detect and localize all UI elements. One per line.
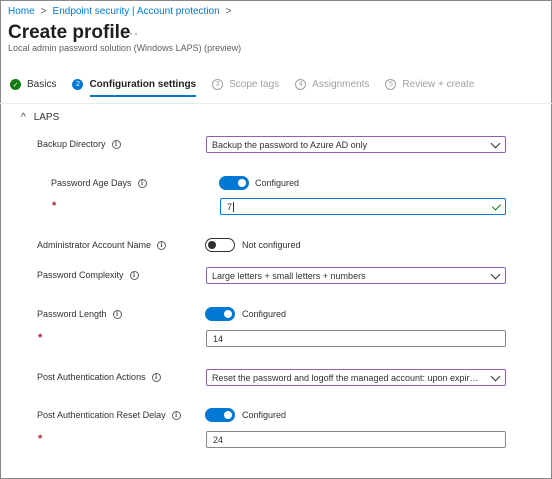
password-length-value: 14 bbox=[213, 333, 224, 344]
step-number: 2 bbox=[72, 79, 84, 90]
section-title: LAPS bbox=[33, 112, 60, 123]
password-complexity-dropdown[interactable]: Large letters + small letters + numbers bbox=[206, 267, 506, 284]
required-marker: * bbox=[38, 433, 43, 445]
password-length-input[interactable]: 14 bbox=[206, 330, 506, 347]
post-authentication-actions-value: Reset the password and logoff the manage… bbox=[212, 372, 482, 383]
info-icon[interactable]: i bbox=[129, 270, 139, 280]
step-number: 3 bbox=[212, 79, 224, 90]
post-authentication-reset-delay-toggle[interactable] bbox=[205, 408, 235, 422]
step-label: Scope tags bbox=[229, 79, 280, 90]
backup-directory-label-row: Backup Directory i bbox=[37, 139, 121, 149]
post-authentication-reset-delay-label: Post Authentication Reset Delay bbox=[37, 410, 166, 420]
step-label: Basics bbox=[27, 79, 57, 90]
post-authentication-actions-label: Post Authentication Actions bbox=[37, 372, 146, 382]
backup-directory-dropdown[interactable]: Backup the password to Azure AD only bbox=[206, 136, 506, 153]
info-icon[interactable]: i bbox=[111, 139, 121, 149]
info-icon[interactable]: i bbox=[157, 240, 167, 250]
more-options-button[interactable]: ··· bbox=[124, 26, 139, 40]
step-label: Assignments bbox=[312, 79, 370, 90]
step-label: Review + create bbox=[402, 79, 475, 90]
post-authentication-reset-delay-value: 24 bbox=[213, 434, 224, 445]
chevron-down-icon bbox=[490, 371, 501, 382]
post-authentication-reset-delay-input[interactable]: 24 bbox=[206, 431, 506, 448]
administrator-account-name-label-row: Administrator Account Name i bbox=[37, 240, 167, 250]
password-age-days-toggle[interactable] bbox=[219, 176, 249, 190]
toggle-knob bbox=[238, 179, 246, 187]
text-caret bbox=[233, 201, 235, 212]
password-age-days-value: 7 bbox=[227, 201, 233, 212]
backup-directory-value: Backup the password to Azure AD only bbox=[212, 139, 368, 150]
breadcrumb-separator: > bbox=[40, 6, 47, 17]
chevron-up-icon: ^ bbox=[21, 112, 26, 123]
divider bbox=[0, 103, 552, 104]
post-authentication-actions-label-row: Post Authentication Actions i bbox=[37, 372, 161, 382]
breadcrumb: Home > Endpoint security | Account prote… bbox=[8, 6, 232, 17]
password-length-label: Password Length bbox=[37, 309, 107, 319]
password-age-days-label: Password Age Days bbox=[51, 178, 132, 188]
password-complexity-label-row: Password Complexity i bbox=[37, 270, 139, 280]
checkmark-icon: ✓ bbox=[10, 79, 21, 90]
post-authentication-actions-dropdown[interactable]: Reset the password and logoff the manage… bbox=[206, 369, 506, 386]
password-length-toggle-label: Configured bbox=[242, 309, 287, 319]
checkmark-icon bbox=[491, 201, 502, 211]
password-age-days-input[interactable]: 7 bbox=[220, 198, 506, 215]
administrator-account-name-toggle-label: Not configured bbox=[242, 240, 301, 250]
chevron-down-icon bbox=[490, 269, 501, 280]
password-complexity-label: Password Complexity bbox=[37, 270, 124, 280]
step-scope-tags[interactable]: 3 Scope tags bbox=[212, 79, 279, 90]
required-marker: * bbox=[38, 332, 43, 344]
password-complexity-value: Large letters + small letters + numbers bbox=[212, 270, 366, 281]
post-authentication-reset-delay-label-row: Post Authentication Reset Delay i bbox=[37, 410, 181, 420]
administrator-account-name-label: Administrator Account Name bbox=[37, 240, 152, 250]
info-icon[interactable]: i bbox=[171, 410, 181, 420]
step-number: 5 bbox=[385, 79, 397, 90]
toggle-knob bbox=[224, 411, 232, 419]
section-laps-header[interactable]: ^ LAPS bbox=[21, 112, 59, 123]
breadcrumb-parent-link[interactable]: Endpoint security | Account protection bbox=[53, 6, 220, 17]
breadcrumb-separator: > bbox=[225, 6, 232, 17]
required-marker: * bbox=[52, 200, 57, 212]
step-basics[interactable]: ✓ Basics bbox=[10, 79, 56, 90]
toggle-knob bbox=[208, 241, 216, 249]
wizard-steps: ✓ Basics 2 Configuration settings 3 Scop… bbox=[10, 79, 490, 97]
post-authentication-reset-delay-toggle-label: Configured bbox=[242, 410, 287, 420]
info-icon[interactable]: i bbox=[112, 309, 122, 319]
administrator-account-name-toggle[interactable] bbox=[205, 238, 235, 252]
toggle-knob bbox=[224, 310, 232, 318]
page-title: Create profile bbox=[8, 22, 131, 43]
step-configuration-settings[interactable]: 2 Configuration settings bbox=[72, 79, 197, 97]
step-review-create[interactable]: 5 Review + create bbox=[385, 79, 474, 90]
password-length-label-row: Password Length i bbox=[37, 309, 122, 319]
breadcrumb-home-link[interactable]: Home bbox=[8, 6, 35, 17]
password-age-days-toggle-label: Configured bbox=[255, 178, 300, 188]
info-icon[interactable]: i bbox=[151, 372, 161, 382]
password-length-toggle[interactable] bbox=[205, 307, 235, 321]
step-assignments[interactable]: 4 Assignments bbox=[295, 79, 369, 90]
step-number: 4 bbox=[295, 79, 307, 90]
step-label: Configuration settings bbox=[89, 79, 197, 90]
chevron-down-icon bbox=[490, 138, 501, 149]
backup-directory-label: Backup Directory bbox=[37, 139, 106, 149]
page-subtitle: Local admin password solution (Windows L… bbox=[8, 43, 242, 53]
password-age-days-label-row: Password Age Days i bbox=[51, 178, 147, 188]
info-icon[interactable]: i bbox=[137, 178, 147, 188]
